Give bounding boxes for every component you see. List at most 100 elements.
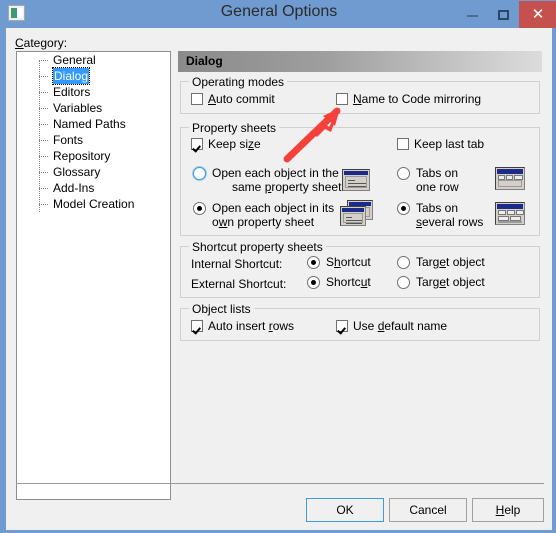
panel-header: Dialog xyxy=(178,51,542,72)
tree-branch-icon xyxy=(39,108,48,109)
radio-label: Open each object in the same property she… xyxy=(212,166,345,194)
checkbox-box xyxy=(397,138,409,150)
category-tree[interactable]: General Dialog Editors Variables Named P… xyxy=(16,51,171,500)
radio-label: Open each object in its own property shee… xyxy=(212,201,335,229)
checkbox-box xyxy=(336,320,348,332)
radio-box xyxy=(193,202,206,215)
radio-box xyxy=(397,167,410,180)
sidebar-item-dialog[interactable]: Dialog xyxy=(17,67,170,85)
tree-item-label: Fonts xyxy=(53,133,84,147)
sidebar-item-repository[interactable]: Repository xyxy=(17,148,170,164)
group-legend: Property sheets xyxy=(189,121,280,135)
auto-commit-checkbox[interactable]: Auto commit xyxy=(191,92,275,106)
tree-branch-icon xyxy=(39,204,48,205)
tree-branch-icon xyxy=(39,124,48,125)
single-property-sheet-preview-icon xyxy=(342,169,370,191)
name-to-code-mirroring-checkbox[interactable]: Name to Code mirroring xyxy=(336,92,481,106)
auto-insert-rows-checkbox[interactable]: Auto insert rows xyxy=(191,319,294,333)
internal-shortcut-radio-shortcut[interactable]: Shortcut xyxy=(307,255,371,269)
maximize-icon xyxy=(498,9,509,20)
keep-size-checkbox[interactable]: Keep size xyxy=(191,137,261,151)
radio-box xyxy=(193,167,206,180)
use-default-name-checkbox[interactable]: Use default name xyxy=(336,319,447,333)
dialog-settings-panel: Dialog Operating modes Auto commit Name … xyxy=(178,51,542,451)
ok-button[interactable]: OK xyxy=(306,498,384,522)
external-shortcut-label: External Shortcut: xyxy=(191,277,287,291)
radio-box xyxy=(397,256,410,269)
radio-box xyxy=(397,276,410,289)
checkbox-label: Auto commit xyxy=(208,92,275,106)
sidebar-item-general[interactable]: General xyxy=(17,52,170,68)
tabs-one-row-preview-icon xyxy=(495,167,525,190)
minimize-icon xyxy=(467,15,478,17)
sidebar-item-fonts[interactable]: Fonts xyxy=(17,132,170,148)
multiple-property-sheets-preview-icon xyxy=(340,206,366,226)
tree-branch-icon xyxy=(39,92,48,93)
keep-last-tab-checkbox[interactable]: Keep last tab xyxy=(397,137,484,151)
checkbox-box xyxy=(191,320,203,332)
tabs-several-rows-radio[interactable]: Tabs on several rows xyxy=(397,201,483,229)
tree-branch-icon xyxy=(39,156,48,157)
tabs-several-rows-preview-icon xyxy=(495,202,525,225)
checkbox-label: Keep last tab xyxy=(414,137,485,151)
panel-title: Dialog xyxy=(186,54,223,68)
radio-box xyxy=(307,256,320,269)
checkbox-box xyxy=(191,93,203,105)
shortcut-property-sheets-group: Shortcut property sheets Internal Shortc… xyxy=(180,240,540,298)
internal-shortcut-radio-target[interactable]: Target object xyxy=(397,255,485,269)
tree-branch-icon xyxy=(39,140,48,141)
tree-branch-icon xyxy=(39,60,48,61)
radio-label: Tabs on several rows xyxy=(416,201,484,229)
internal-shortcut-label: Internal Shortcut: xyxy=(191,257,283,271)
radio-label: Shortcut xyxy=(326,275,371,289)
tree-item-label: General xyxy=(53,53,96,67)
open-same-property-sheet-radio[interactable]: Open each object in the same property she… xyxy=(193,166,345,194)
tree-branch-icon xyxy=(39,172,48,173)
object-lists-group: Object lists Auto insert rows Use defaul… xyxy=(180,302,540,341)
radio-label: Shortcut xyxy=(326,255,371,269)
tabs-one-row-radio[interactable]: Tabs on one row xyxy=(397,166,459,194)
tree-item-label: Glossary xyxy=(53,165,101,179)
maximize-button[interactable] xyxy=(488,1,519,28)
sidebar-item-model-creation[interactable]: Model Creation xyxy=(17,196,170,212)
checkbox-label: Keep size xyxy=(208,137,261,151)
checkbox-box xyxy=(336,93,348,105)
sidebar-item-add-ins[interactable]: Add-Ins xyxy=(17,180,170,196)
tree-item-label: Add-Ins xyxy=(53,181,95,195)
sidebar-item-editors[interactable]: Editors xyxy=(17,84,170,100)
tree-item-label: Dialog xyxy=(51,67,91,85)
group-legend: Object lists xyxy=(189,302,254,316)
radio-label: Target object xyxy=(416,275,485,289)
tree-item-label: Editors xyxy=(53,85,91,99)
footer-divider xyxy=(16,483,544,484)
checkbox-label: Auto insert rows xyxy=(208,319,295,333)
external-shortcut-radio-target[interactable]: Target object xyxy=(397,275,485,289)
tree-item-label: Model Creation xyxy=(53,197,135,211)
sidebar-item-named-paths[interactable]: Named Paths xyxy=(17,116,170,132)
checkbox-box xyxy=(191,138,203,150)
category-label: Category: xyxy=(15,36,68,50)
group-legend: Operating modes xyxy=(189,75,288,89)
close-button[interactable]: ✕ xyxy=(519,1,556,28)
group-legend: Shortcut property sheets xyxy=(189,240,326,254)
general-options-dialog: General Options ✕ Category: General Dial… xyxy=(0,0,556,533)
help-button[interactable]: Help xyxy=(472,498,544,522)
radio-label: Tabs on one row xyxy=(416,166,459,194)
external-shortcut-radio-shortcut[interactable]: Shortcut xyxy=(307,275,371,289)
tree-item-label: Named Paths xyxy=(53,117,126,131)
cancel-button[interactable]: Cancel xyxy=(389,498,467,522)
title-bar: General Options ✕ xyxy=(1,1,556,28)
radio-box xyxy=(397,202,410,215)
close-icon: ✕ xyxy=(531,6,545,23)
operating-modes-group: Operating modes Auto commit Name to Code… xyxy=(180,75,540,114)
checkbox-label: Name to Code mirroring xyxy=(353,92,482,106)
open-own-property-sheet-radio[interactable]: Open each object in its own property shee… xyxy=(193,201,334,229)
property-sheets-group: Property sheets Keep size Keep last tab … xyxy=(180,121,540,236)
minimize-button[interactable] xyxy=(457,1,488,28)
tree-branch-icon xyxy=(39,76,48,77)
tree-item-label: Variables xyxy=(53,101,103,115)
sidebar-item-variables[interactable]: Variables xyxy=(17,100,170,116)
tree-branch-icon xyxy=(39,188,48,189)
checkbox-label: Use default name xyxy=(353,319,448,333)
sidebar-item-glossary[interactable]: Glossary xyxy=(17,164,170,180)
